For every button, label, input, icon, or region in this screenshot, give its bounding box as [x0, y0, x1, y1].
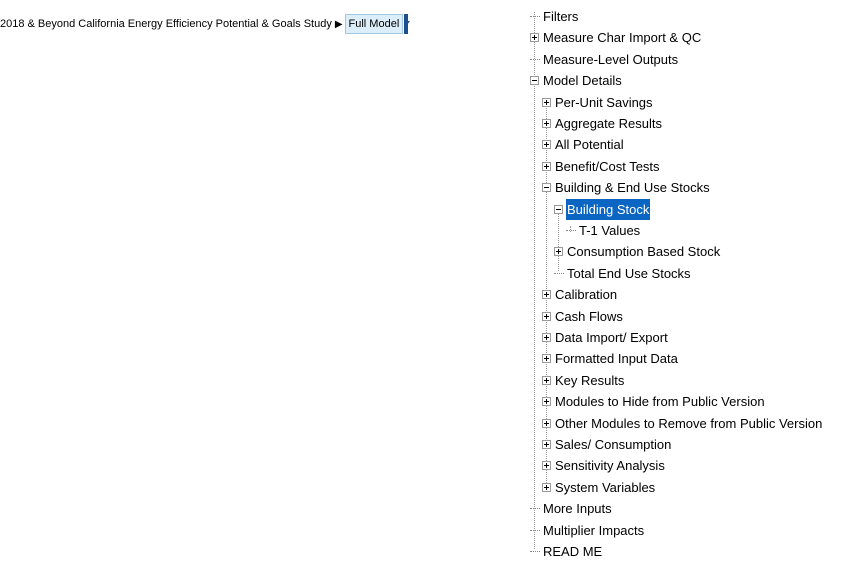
- tree-item[interactable]: Sensitivity Analysis: [542, 455, 666, 476]
- expand-icon[interactable]: [542, 311, 551, 321]
- tree-item[interactable]: Multiplier Impacts: [530, 520, 645, 541]
- tree-item[interactable]: Benefit/Cost Tests: [542, 156, 661, 177]
- tree-item-label: System Variables: [555, 479, 656, 495]
- tree-item-label: All Potential: [555, 137, 624, 153]
- tree-item[interactable]: Calibration: [542, 284, 618, 305]
- tree-item[interactable]: Cash Flows: [542, 306, 624, 327]
- breadcrumb-dropdown-icon[interactable]: [404, 14, 411, 34]
- expand-icon[interactable]: [542, 290, 551, 300]
- expand-icon[interactable]: [542, 354, 551, 364]
- tree-item-label: Key Results: [555, 372, 625, 388]
- tree-connector-icon: [530, 551, 540, 552]
- tree-item[interactable]: Total End Use Stocks: [554, 263, 692, 284]
- breadcrumb-separator-icon: ▶: [334, 18, 343, 30]
- tree-item[interactable]: Aggregate Results: [542, 113, 663, 134]
- expand-icon[interactable]: [554, 247, 563, 257]
- collapse-icon[interactable]: [554, 204, 563, 214]
- tree-item-label: Model Details: [543, 73, 622, 89]
- tree-item[interactable]: T-1 Values: [566, 220, 641, 241]
- tree-item[interactable]: Formatted Input Data: [542, 348, 679, 369]
- tree-connector-icon: [530, 16, 540, 17]
- tree-item[interactable]: Other Modules to Remove from Public Vers…: [542, 413, 823, 434]
- tree-item-label: Measure Char Import & QC: [543, 30, 702, 46]
- collapse-icon[interactable]: [542, 183, 551, 193]
- breadcrumb: 2018 & Beyond California Energy Efficien…: [0, 13, 411, 35]
- tree-item-label: Formatted Input Data: [555, 351, 678, 367]
- breadcrumb-path[interactable]: 2018 & Beyond California Energy Efficien…: [0, 18, 332, 30]
- tree-connector-icon: [554, 272, 564, 274]
- tree-item-label: Consumption Based Stock: [567, 244, 721, 260]
- expand-icon[interactable]: [542, 375, 551, 385]
- tree-item[interactable]: Sales/ Consumption: [542, 434, 672, 455]
- expand-icon[interactable]: [542, 482, 551, 492]
- module-tree: Filters Measure Char Import & QC Measure-L…: [530, 0, 867, 567]
- tree-item[interactable]: READ ME: [530, 541, 603, 562]
- tree-item[interactable]: Key Results: [542, 370, 625, 391]
- tree-item[interactable]: Per-Unit Savings: [542, 92, 654, 113]
- tree-item[interactable]: Modules to Hide from Public Version: [542, 391, 766, 412]
- tree-item[interactable]: Measure-Level Outputs: [530, 49, 679, 70]
- expand-icon[interactable]: [542, 333, 551, 342]
- tree-item-label: Multiplier Impacts: [543, 522, 645, 538]
- tree-guide-line: [534, 12, 535, 549]
- tree-item-label: Data Import/ Export: [555, 330, 668, 345]
- tree-item-label: Per-Unit Savings: [555, 94, 653, 110]
- tree-item[interactable]: Model Details: [530, 70, 623, 91]
- expand-icon[interactable]: [542, 397, 551, 407]
- tree-item-label: Sensitivity Analysis: [555, 458, 665, 474]
- tree-item-label: Other Modules to Remove from Public Vers…: [555, 415, 823, 431]
- tree-item[interactable]: Building & End Use Stocks: [542, 177, 711, 198]
- tree-item[interactable]: Consumption Based Stock: [554, 241, 721, 262]
- tree-connector-icon: [530, 529, 540, 531]
- tree-item-label: Aggregate Results: [555, 116, 662, 131]
- tree-item[interactable]: Building Stock: [554, 198, 651, 220]
- tree-item-label: Filters: [543, 9, 579, 24]
- tree-item-label: Cash Flows: [555, 308, 623, 324]
- tree-item-label: T-1 Values: [579, 223, 641, 238]
- tree-item-label: Calibration: [555, 287, 618, 303]
- expand-icon[interactable]: [542, 161, 551, 171]
- expand-icon[interactable]: [542, 418, 551, 428]
- tree-connector-icon: [530, 58, 540, 60]
- expand-icon[interactable]: [542, 97, 551, 107]
- tree-item[interactable]: Data Import/ Export: [542, 327, 669, 348]
- expand-icon[interactable]: [530, 33, 539, 43]
- tree-connector-icon: [530, 508, 540, 510]
- expand-icon[interactable]: [542, 440, 551, 449]
- tree-item-label: Total End Use Stocks: [567, 265, 691, 281]
- tree-item-label: Building Stock: [566, 198, 651, 220]
- tree-connector-icon: [566, 230, 576, 231]
- tree-item[interactable]: Measure Char Import & QC: [530, 27, 702, 48]
- expand-icon[interactable]: [542, 119, 551, 128]
- tree-item-label: Building & End Use Stocks: [555, 180, 710, 196]
- breadcrumb-current[interactable]: Full Model: [344, 14, 404, 34]
- tree-item[interactable]: Filters: [530, 6, 579, 27]
- collapse-icon[interactable]: [530, 76, 539, 86]
- expand-icon[interactable]: [542, 140, 551, 150]
- tree-item[interactable]: System Variables: [542, 477, 656, 498]
- tree-item-label: Measure-Level Outputs: [543, 51, 679, 67]
- tree-item-label: Sales/ Consumption: [555, 437, 672, 452]
- tree-item-label: Modules to Hide from Public Version: [555, 394, 765, 410]
- tree-item[interactable]: More Inputs: [530, 498, 613, 519]
- tree-item-label: Benefit/Cost Tests: [555, 158, 660, 174]
- tree-item[interactable]: All Potential: [542, 134, 625, 155]
- expand-icon[interactable]: [542, 461, 551, 471]
- tree-item-label: More Inputs: [543, 501, 612, 517]
- tree-item-label: READ ME: [543, 544, 603, 559]
